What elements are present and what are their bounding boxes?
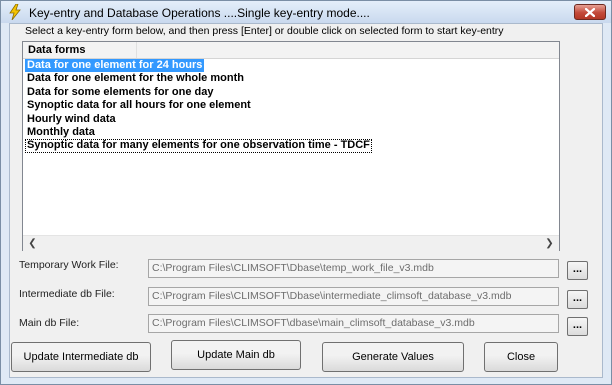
list-item[interactable]: Monthly data xyxy=(25,126,557,139)
main-db-file-input[interactable]: C:\Program Files\CLIMSOFT\dbase\main_cli… xyxy=(148,314,559,333)
intermediate-db-file-label: Intermediate db File: xyxy=(19,288,115,300)
list-item[interactable]: Synoptic data for all hours for one elem… xyxy=(25,99,557,112)
title-bar: Key-entry and Database Operations ....Si… xyxy=(1,1,611,23)
list-header: Data forms xyxy=(23,42,559,59)
list-item[interactable]: Hourly wind data xyxy=(25,113,557,126)
update-intermediate-db-button[interactable]: Update Intermediate db xyxy=(11,342,151,372)
temp-work-file-browse-button[interactable]: ... xyxy=(567,261,588,280)
scroll-left-icon[interactable]: ❮ xyxy=(25,236,40,251)
scroll-right-icon[interactable]: ❯ xyxy=(542,236,557,251)
list-rows: Data for one element for 24 hours Data f… xyxy=(25,59,557,153)
column-header-data-forms[interactable]: Data forms xyxy=(25,42,137,58)
list-item[interactable]: Synoptic data for many elements for one … xyxy=(25,139,557,153)
window-close-button[interactable] xyxy=(574,4,606,20)
form-client-area: Select a key-entry form below, and then … xyxy=(9,23,603,378)
generate-values-button[interactable]: Generate Values xyxy=(322,342,464,372)
instruction-text: Select a key-entry form below, and then … xyxy=(25,25,504,37)
main-db-file-browse-button[interactable]: ... xyxy=(567,317,588,336)
close-x-icon xyxy=(585,7,595,17)
update-main-db-button[interactable]: Update Main db xyxy=(171,340,301,370)
intermediate-db-file-input[interactable]: C:\Program Files\CLIMSOFT\Dbase\intermed… xyxy=(148,287,559,306)
temp-work-file-label: Temporary Work File: xyxy=(19,259,119,271)
horizontal-scrollbar[interactable]: ❮ ❯ xyxy=(23,235,559,251)
data-forms-list[interactable]: Data forms Data for one element for 24 h… xyxy=(22,41,560,251)
window-title: Key-entry and Database Operations ....Si… xyxy=(29,6,370,20)
temp-work-file-input[interactable]: C:\Program Files\CLIMSOFT\Dbase\temp_wor… xyxy=(148,259,559,278)
main-window: Key-entry and Database Operations ....Si… xyxy=(0,0,612,385)
intermediate-db-file-browse-button[interactable]: ... xyxy=(567,290,588,309)
list-item[interactable]: Data for one element for the whole month xyxy=(25,72,557,85)
close-button[interactable]: Close xyxy=(484,342,558,372)
list-item[interactable]: Data for one element for 24 hours xyxy=(25,59,557,73)
main-db-file-label: Main db File: xyxy=(19,317,80,329)
list-item[interactable]: Data for some elements for one day xyxy=(25,86,557,99)
lightning-icon xyxy=(9,4,21,20)
